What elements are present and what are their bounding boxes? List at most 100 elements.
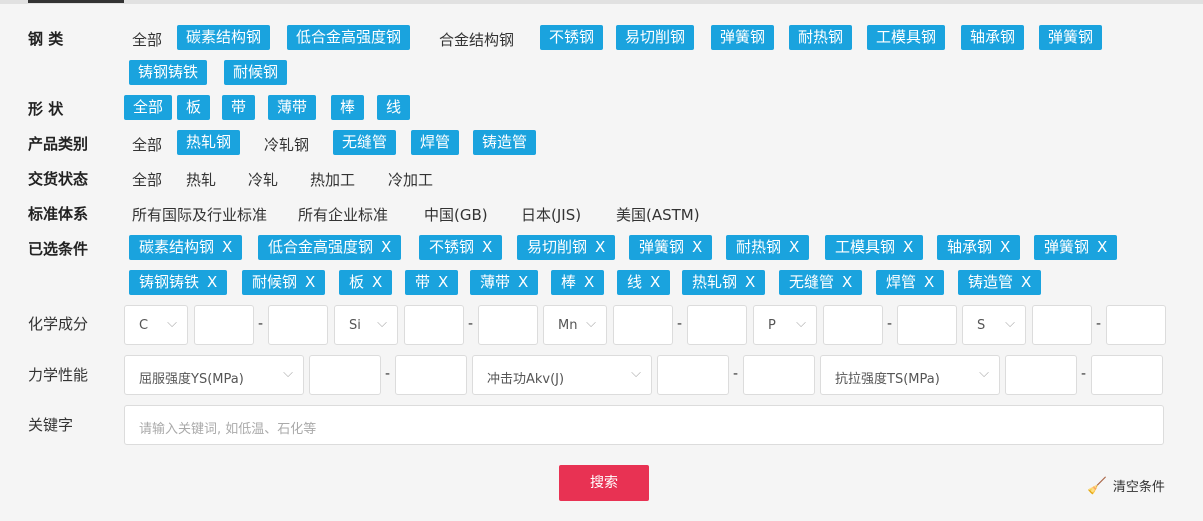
steel-tag-free-cutting[interactable]: 易切削钢 — [616, 25, 695, 50]
remove-chip-icon[interactable]: X — [595, 238, 605, 256]
selected-chip[interactable]: 弹簧钢 X — [629, 235, 713, 260]
steel-tag-spring-2[interactable]: 弹簧钢 — [1039, 25, 1103, 50]
property-min-input[interactable] — [1005, 355, 1077, 395]
remove-chip-icon[interactable]: X — [482, 238, 492, 256]
remove-chip-icon[interactable]: X — [518, 273, 528, 291]
remove-chip-icon[interactable]: X — [1021, 273, 1031, 291]
delivery-option-hot-rolled[interactable]: 热轧 — [186, 169, 216, 190]
product-option-all[interactable]: 全部 — [132, 134, 162, 155]
element-select[interactable]: C ⌵ — [124, 305, 188, 345]
shape-tag-strip[interactable]: 带 — [222, 95, 256, 120]
property-select[interactable]: 冲击功Akv(J) ⌵ — [472, 355, 652, 395]
element-max-input[interactable] — [478, 305, 538, 345]
remove-chip-icon[interactable]: X — [222, 238, 232, 256]
steel-tag-spring[interactable]: 弹簧钢 — [711, 25, 775, 50]
remove-chip-icon[interactable]: X — [842, 273, 852, 291]
keyword-input[interactable]: 请输入关键词, 如低温、石化等 — [124, 405, 1164, 445]
selected-chip[interactable]: 耐候钢 X — [242, 270, 326, 295]
remove-chip-icon[interactable]: X — [692, 238, 702, 256]
element-select[interactable]: Si ⌵ — [334, 305, 398, 345]
shape-tag-wire[interactable]: 线 — [377, 95, 411, 120]
element-max-input[interactable] — [687, 305, 747, 345]
steel-option-alloy[interactable]: 合金结构钢 — [439, 29, 514, 50]
property-max-input[interactable] — [1091, 355, 1163, 395]
shape-tag-all[interactable]: 全部 — [124, 95, 173, 120]
steel-tag-weathering[interactable]: 耐候钢 — [224, 60, 288, 85]
element-select[interactable]: S ⌵ — [962, 305, 1026, 345]
delivery-option-all[interactable]: 全部 — [132, 169, 162, 190]
product-tag-cast-pipe[interactable]: 铸造管 — [473, 130, 537, 155]
element-max-input[interactable] — [897, 305, 957, 345]
selected-chip[interactable]: 热轧钢 X — [682, 270, 766, 295]
remove-chip-icon[interactable]: X — [1097, 238, 1107, 256]
element-select[interactable]: P ⌵ — [753, 305, 817, 345]
delivery-option-hot-worked[interactable]: 热加工 — [310, 169, 355, 190]
element-min-input[interactable] — [194, 305, 254, 345]
remove-chip-icon[interactable]: X — [584, 273, 594, 291]
element-select[interactable]: Mn ⌵ — [543, 305, 607, 345]
property-select[interactable]: 屈服强度YS(MPa) ⌵ — [124, 355, 304, 395]
element-min-input[interactable] — [404, 305, 464, 345]
product-option-cold-rolled[interactable]: 冷轧钢 — [264, 134, 309, 155]
standard-option-astm[interactable]: 美国(ASTM) — [616, 204, 700, 225]
selected-chip[interactable]: 易切削钢 X — [517, 235, 616, 260]
shape-tag-thin-strip[interactable]: 薄带 — [268, 95, 317, 120]
selected-chip[interactable]: 焊管 X — [876, 270, 945, 295]
standard-option-gb[interactable]: 中国(GB) — [424, 204, 488, 225]
standard-option-jis[interactable]: 日本(JIS) — [521, 204, 581, 225]
remove-chip-icon[interactable]: X — [438, 273, 448, 291]
selected-chip[interactable]: 轴承钢 X — [937, 235, 1021, 260]
element-max-input[interactable] — [1106, 305, 1166, 345]
property-max-input[interactable] — [743, 355, 815, 395]
selected-chip[interactable]: 碳素结构钢 X — [129, 235, 243, 260]
remove-chip-icon[interactable]: X — [381, 238, 391, 256]
shape-tag-plate[interactable]: 板 — [177, 95, 211, 120]
selected-chip[interactable]: 弹簧钢 X — [1034, 235, 1118, 260]
selected-chip[interactable]: 不锈钢 X — [419, 235, 503, 260]
selected-chip[interactable]: 铸造管 X — [958, 270, 1042, 295]
property-select[interactable]: 抗拉强度TS(MPa) ⌵ — [820, 355, 1000, 395]
product-tag-seamless[interactable]: 无缝管 — [333, 130, 397, 155]
element-min-input[interactable] — [823, 305, 883, 345]
element-max-input[interactable] — [268, 305, 328, 345]
selected-chip[interactable]: 带X — [405, 270, 459, 295]
property-min-input[interactable] — [657, 355, 729, 395]
remove-chip-icon[interactable]: X — [305, 273, 315, 291]
selected-chip[interactable]: 铸钢铸铁 X — [129, 270, 228, 295]
steel-tag-bearing[interactable]: 轴承钢 — [961, 25, 1025, 50]
steel-tag-stainless[interactable]: 不锈钢 — [540, 25, 604, 50]
element-min-input[interactable] — [1032, 305, 1092, 345]
search-button[interactable]: 搜索 — [559, 465, 649, 501]
steel-tag-heat-resistant[interactable]: 耐热钢 — [789, 25, 853, 50]
product-tag-hot-rolled[interactable]: 热轧钢 — [177, 130, 241, 155]
remove-chip-icon[interactable]: X — [745, 273, 755, 291]
delivery-option-cold-rolled[interactable]: 冷轧 — [248, 169, 278, 190]
remove-chip-icon[interactable]: X — [372, 273, 382, 291]
remove-chip-icon[interactable]: X — [789, 238, 799, 256]
property-min-input[interactable] — [309, 355, 381, 395]
steel-tag-hsla[interactable]: 低合金高强度钢 — [287, 25, 411, 50]
remove-chip-icon[interactable]: X — [650, 273, 660, 291]
element-min-input[interactable] — [613, 305, 673, 345]
steel-tag-carbon[interactable]: 碳素结构钢 — [177, 25, 271, 50]
remove-chip-icon[interactable]: X — [207, 273, 217, 291]
selected-chip[interactable]: 薄带 X — [470, 270, 539, 295]
standard-option-enterprise[interactable]: 所有企业标准 — [298, 204, 388, 225]
delivery-option-cold-worked[interactable]: 冷加工 — [388, 169, 433, 190]
steel-tag-cast[interactable]: 铸钢铸铁 — [129, 60, 208, 85]
remove-chip-icon[interactable]: X — [1000, 238, 1010, 256]
standard-option-international[interactable]: 所有国际及行业标准 — [132, 204, 267, 225]
property-max-input[interactable] — [395, 355, 467, 395]
selected-chip[interactable]: 耐热钢 X — [726, 235, 810, 260]
selected-chip[interactable]: 板X — [339, 270, 393, 295]
shape-tag-bar[interactable]: 棒 — [331, 95, 365, 120]
remove-chip-icon[interactable]: X — [924, 273, 934, 291]
product-tag-welded[interactable]: 焊管 — [411, 130, 460, 155]
steel-option-all[interactable]: 全部 — [132, 29, 162, 50]
selected-chip[interactable]: 棒X — [551, 270, 605, 295]
steel-tag-tool[interactable]: 工模具钢 — [867, 25, 946, 50]
selected-chip[interactable]: 无缝管 X — [779, 270, 863, 295]
selected-chip[interactable]: 低合金高强度钢 X — [258, 235, 402, 260]
remove-chip-icon[interactable]: X — [903, 238, 913, 256]
selected-chip[interactable]: 线X — [617, 270, 671, 295]
